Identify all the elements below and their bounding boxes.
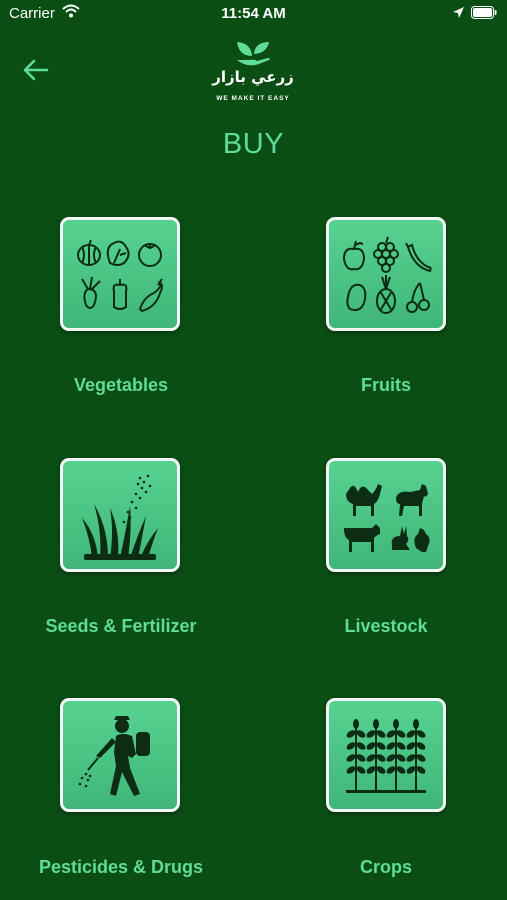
category-label-livestock[interactable]: Livestock: [261, 616, 507, 637]
category-label-crops[interactable]: Crops: [261, 857, 507, 878]
category-label-pesticides-drugs[interactable]: Pesticides & Drugs: [0, 857, 246, 878]
category-label-fruits[interactable]: Fruits: [261, 375, 507, 396]
category-label-vegetables[interactable]: Vegetables: [0, 375, 246, 396]
app-logo: زرعي بازار WE MAKE IT EASY: [203, 40, 303, 106]
category-tile-fruits[interactable]: [326, 217, 446, 331]
battery-icon: [471, 6, 497, 19]
sprayer-person-icon: [78, 716, 150, 796]
category-tile-pesticides-drugs[interactable]: [60, 698, 180, 812]
back-button[interactable]: [22, 58, 52, 84]
location-arrow-icon: [453, 7, 464, 18]
vegetables-icon: [77, 239, 163, 313]
category-tile-livestock[interactable]: [326, 458, 446, 572]
fruits-icon: [342, 236, 432, 314]
category-tile-vegetables[interactable]: [60, 217, 180, 331]
status-bar: Carrier 11:54 AM: [0, 0, 507, 28]
page-title: BUY: [222, 128, 285, 160]
livestock-icon: [344, 484, 430, 552]
category-tile-seeds-fertilizer[interactable]: [60, 458, 180, 572]
leaf-hand-logo: [237, 42, 270, 66]
logo-tagline: WE MAKE IT EASY: [216, 95, 290, 102]
clock: 11:54 AM: [221, 5, 286, 22]
category-label-seeds-fertilizer[interactable]: Seeds & Fertilizer: [0, 616, 246, 637]
seeds-grass-icon: [82, 474, 158, 560]
logo-arabic-text: زرعي بازار: [212, 68, 294, 86]
category-tile-crops[interactable]: [326, 698, 446, 812]
crops-icon: [346, 719, 426, 793]
arrow-left-icon: [23, 59, 49, 81]
